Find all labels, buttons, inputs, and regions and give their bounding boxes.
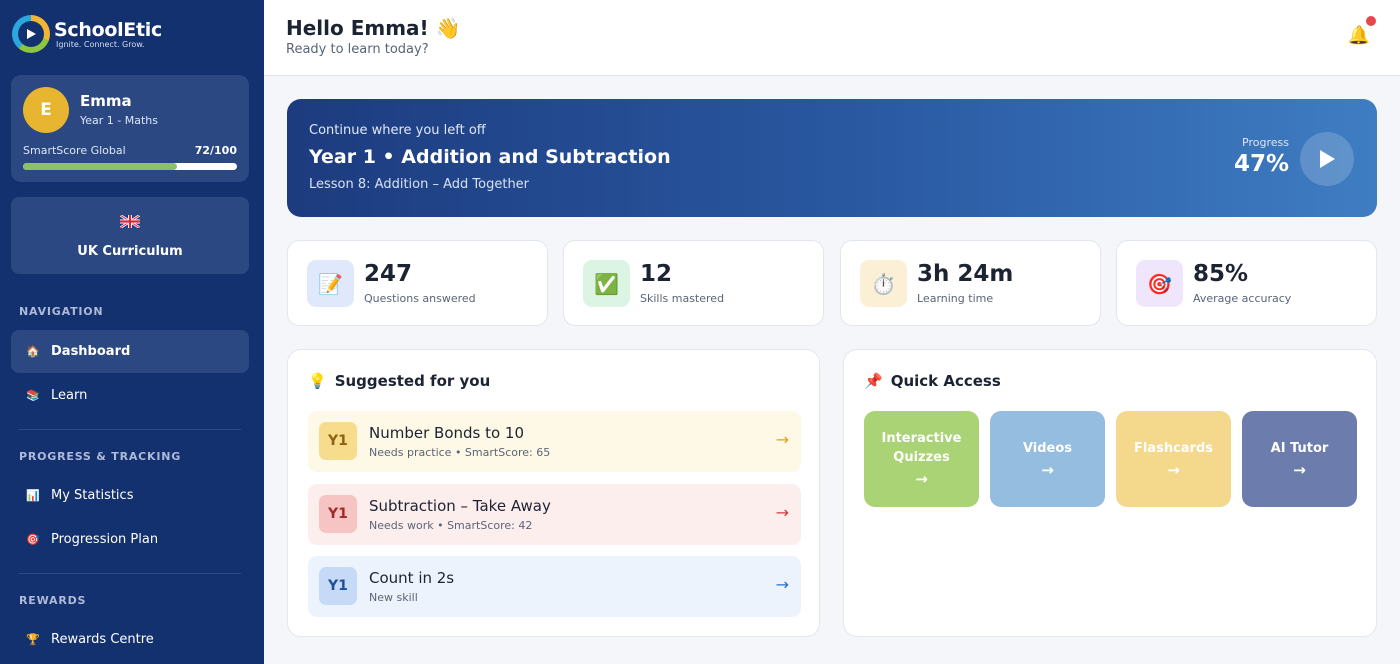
notification-bell-icon[interactable]: 🔔 — [1348, 25, 1370, 46]
stat-card-questions: 📝 247 Questions answered — [287, 240, 548, 326]
smartscore-label: SmartScore Global — [23, 144, 126, 157]
quick-access-label: Videos — [1022, 440, 1073, 456]
profile-card[interactable]: E Emma Year 1 - Maths SmartScore Global … — [11, 75, 249, 182]
quick-access-card: 📌 Quick Access Interactive Quizzes → Vid… — [843, 349, 1377, 637]
year-badge: Y1 — [319, 567, 357, 605]
target-icon: 🎯 — [26, 533, 40, 546]
quick-access-label: Quizzes — [893, 450, 950, 465]
brand-tagline: Ignite. Connect. Grow. — [56, 39, 145, 49]
sidebar-item-label: Progression Plan — [51, 532, 159, 547]
divider — [19, 573, 241, 574]
suggestion-title: Count in 2s — [369, 569, 455, 587]
avatar: E — [23, 87, 69, 133]
card-title: Quick Access — [890, 372, 1001, 390]
memo-icon: 📝 — [307, 260, 354, 307]
curriculum-label: UK Curriculum — [77, 244, 183, 259]
greeting-title: Hello Emma! 👋 — [286, 16, 461, 40]
sidebar-item-label: Learn — [51, 388, 88, 403]
year-badge: Y1 — [319, 495, 357, 533]
stat-value: 85% — [1193, 261, 1249, 287]
arrow-right-icon: → — [915, 470, 928, 488]
sidebar-item-learn[interactable]: 📚 Learn — [11, 374, 249, 417]
brand-logo[interactable]: SchoolEtic Ignite. Connect. Grow. — [12, 14, 162, 54]
stopwatch-icon: ⏱️ — [860, 260, 907, 307]
arrow-right-icon: → — [1041, 460, 1054, 479]
suggested-card: 💡 Suggested for you Y1 Number Bonds to 1… — [287, 349, 820, 637]
suggestion-item[interactable]: Y1 Subtraction – Take Away Needs work • … — [308, 484, 801, 545]
nav-section-navigation: NAVIGATION — [19, 305, 104, 318]
stat-card-time: ⏱️ 3h 24m Learning time — [840, 240, 1101, 326]
continue-label: Continue where you left off — [309, 123, 486, 138]
card-title: Suggested for you — [334, 372, 491, 390]
arrow-right-icon: → — [775, 503, 789, 522]
sidebar-item-progression[interactable]: 🎯 Progression Plan — [11, 518, 249, 561]
lesson-title: Lesson 8: Addition – Add Together — [309, 177, 530, 192]
profile-subtitle: Year 1 - Maths — [80, 114, 158, 127]
lightbulb-icon: 💡 — [308, 372, 327, 390]
stat-value: 3h 24m — [917, 261, 1014, 287]
arrow-right-icon: → — [775, 575, 789, 594]
quick-access-quizzes[interactable]: Interactive Quizzes → — [864, 411, 979, 507]
profile-name: Emma — [80, 92, 132, 110]
brand-name: SchoolEtic — [54, 18, 162, 41]
stat-label: Questions answered — [364, 292, 476, 305]
quick-access-ai-tutor[interactable]: AI Tutor → — [1242, 411, 1357, 507]
suggestion-meta: Needs work • SmartScore: 42 — [369, 519, 533, 532]
sidebar-item-label: Dashboard — [51, 344, 131, 359]
nav-section-progress: PROGRESS & TRACKING — [19, 450, 182, 463]
curriculum-selector[interactable]: UK Curriculum — [11, 197, 249, 274]
suggestion-title: Subtraction – Take Away — [369, 497, 551, 515]
smartscore-value: 72/100 — [194, 144, 237, 157]
quick-access-label: Interactive — [881, 431, 962, 446]
stat-value: 12 — [640, 261, 673, 287]
target-icon: 🎯 — [1136, 260, 1183, 307]
logo-icon — [12, 15, 50, 53]
notification-badge — [1366, 16, 1376, 26]
stat-card-accuracy: 🎯 85% Average accuracy — [1116, 240, 1377, 326]
progress-value: 47% — [1233, 151, 1289, 177]
check-icon: ✅ — [583, 260, 630, 307]
trophy-icon: 🏆 — [26, 633, 40, 646]
course-title: Year 1 • Addition and Subtraction — [309, 146, 671, 168]
quick-access-label: Flashcards — [1133, 440, 1214, 456]
top-header: Hello Emma! 👋 Ready to learn today? 🔔 — [264, 0, 1400, 76]
arrow-right-icon: → — [775, 430, 789, 449]
quick-access-flashcards[interactable]: Flashcards → — [1116, 411, 1231, 507]
pushpin-icon: 📌 — [864, 372, 883, 390]
sidebar-item-statistics[interactable]: 📊 My Statistics — [11, 474, 249, 517]
play-icon — [1320, 150, 1335, 168]
divider — [19, 429, 241, 430]
suggestion-item[interactable]: Y1 Count in 2s New skill → — [308, 556, 801, 617]
suggestion-meta: Needs practice • SmartScore: 65 — [369, 446, 551, 459]
sidebar-item-label: Rewards Centre — [51, 632, 154, 647]
nav-section-rewards: REWARDS — [19, 594, 87, 607]
stat-card-skills: ✅ 12 Skills mastered — [563, 240, 824, 326]
stat-label: Average accuracy — [1193, 292, 1292, 305]
suggestion-item[interactable]: Y1 Number Bonds to 10 Needs practice • S… — [308, 411, 801, 472]
continue-learning-banner[interactable]: Continue where you left off Year 1 • Add… — [287, 99, 1377, 217]
quick-access-videos[interactable]: Videos → — [990, 411, 1105, 507]
sidebar-item-dashboard[interactable]: 🏠 Dashboard — [11, 330, 249, 373]
stat-value: 247 — [364, 261, 413, 287]
stat-label: Skills mastered — [640, 292, 725, 305]
home-icon: 🏠 — [26, 345, 40, 358]
arrow-right-icon: → — [1167, 460, 1180, 479]
smartscore-bar — [23, 163, 237, 170]
year-badge: Y1 — [319, 422, 357, 460]
greeting-subtitle: Ready to learn today? — [286, 42, 429, 57]
play-button[interactable] — [1300, 132, 1354, 186]
smartscore-bar-fill — [23, 163, 178, 170]
sidebar-item-rewards[interactable]: 🏆 Rewards Centre — [11, 618, 249, 661]
suggestion-meta: New skill — [369, 591, 418, 604]
sidebar: SchoolEtic Ignite. Connect. Grow. E Emma… — [0, 0, 264, 664]
uk-flag-icon — [120, 215, 140, 228]
quick-access-label: AI Tutor — [1270, 440, 1329, 456]
sidebar-item-label: My Statistics — [51, 488, 134, 503]
stat-label: Learning time — [917, 292, 994, 305]
bar-chart-icon: 📊 — [26, 489, 40, 502]
arrow-right-icon: → — [1293, 460, 1306, 479]
suggestion-title: Number Bonds to 10 — [369, 424, 525, 442]
progress-label: Progress — [1242, 136, 1289, 149]
books-icon: 📚 — [26, 389, 40, 402]
